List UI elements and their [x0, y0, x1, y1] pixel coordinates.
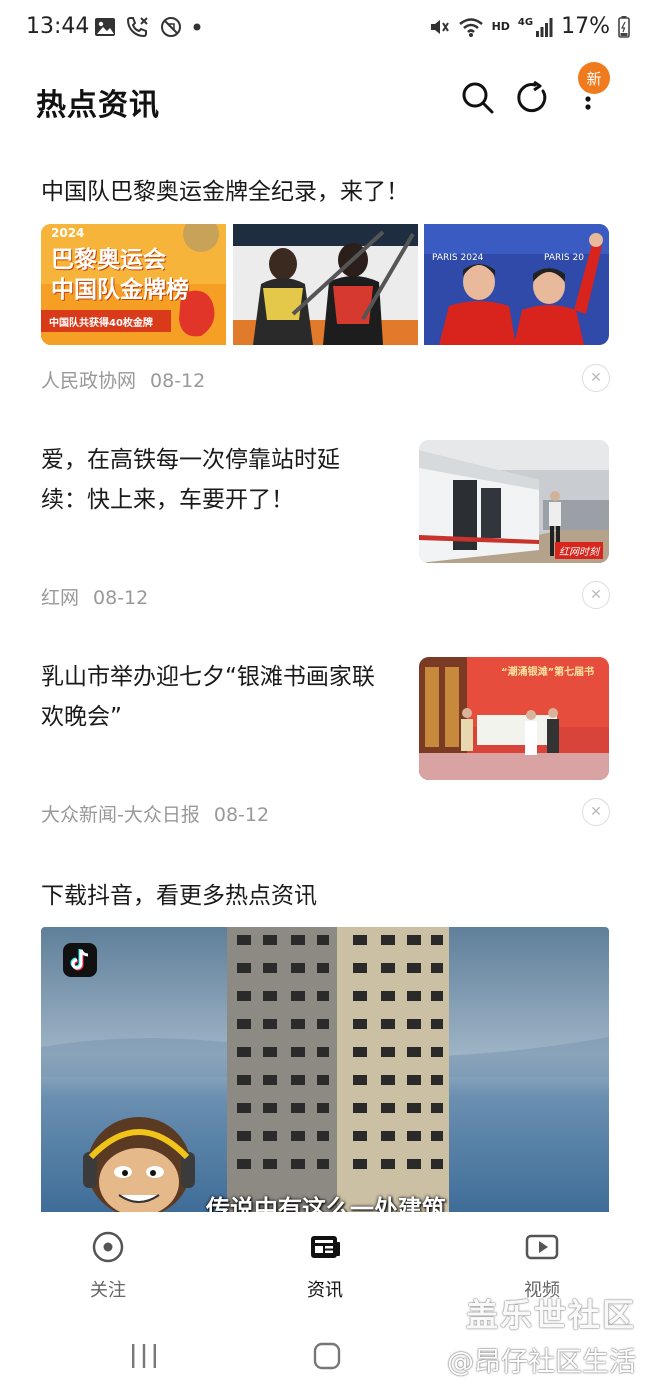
tiktok-logo-icon: [63, 943, 97, 977]
article-image-3: PARIS 2024 PARIS 20: [424, 224, 609, 345]
article-thumbnail: 红网时刻: [419, 440, 609, 563]
refresh-button[interactable]: [513, 78, 553, 118]
dot-icon: [193, 23, 201, 31]
news-card[interactable]: 爱，在高铁每一次停靠站时延 续：快上来，车要开了！ 红网时刻 红网 08-12 ✕: [0, 440, 650, 630]
battery-icon: [618, 15, 630, 38]
poster-line1: 巴黎奥运会: [51, 247, 166, 273]
news-card-multi-image[interactable]: 中国队巴黎奥运金牌全纪录，来了！ 2024 巴黎奥运会 中国队金牌榜 中国队共获…: [0, 170, 650, 410]
news-card[interactable]: 乳山市举办迎七夕“银滩书画家联 欢晚会” “潮涌银滩”第七届书 大众新闻-大众日…: [0, 657, 650, 847]
svg-text:PARIS 20: PARIS 20: [544, 253, 584, 263]
poster-line3: 中国队共获得40枚金牌: [49, 318, 153, 329]
search-button[interactable]: [458, 78, 498, 118]
mute-icon: [430, 19, 449, 34]
promo-video[interactable]: 传说中有这么一处建筑: [41, 927, 609, 1212]
close-icon: ✕: [590, 804, 602, 820]
article-source: 大众新闻-大众日报: [41, 804, 200, 826]
page-title: 热点资讯: [36, 88, 160, 123]
wifi-icon: [458, 17, 483, 37]
status-time: 13:44: [26, 14, 90, 39]
app-header: 热点资讯: [0, 60, 650, 140]
signal-indicator: 4G: [518, 17, 553, 37]
dismiss-button[interactable]: ✕: [582, 798, 610, 826]
article-title: 中国队巴黎奥运金牌全纪录，来了！: [41, 179, 409, 205]
svg-text:PARIS 2024: PARIS 2024: [432, 253, 484, 263]
target-icon: [92, 1231, 124, 1263]
recent-apps-button[interactable]: [130, 1343, 158, 1373]
hd-indicator: HD: [491, 20, 510, 33]
new-badge: 新: [578, 62, 610, 94]
dismiss-button[interactable]: ✕: [582, 364, 610, 392]
tab-news[interactable]: 资讯: [270, 1230, 380, 1302]
poster-line2: 中国队金牌榜: [51, 277, 189, 303]
watermark-handle: @昂仔社区生活: [447, 1347, 636, 1378]
home-icon: [313, 1342, 341, 1370]
article-source: 红网: [41, 587, 80, 609]
news-icon: [311, 1236, 340, 1258]
douyin-promo-card[interactable]: 下载抖音，看更多热点资讯 传说中有这么一处建筑: [0, 874, 650, 1212]
missed-call-icon: [126, 17, 148, 38]
close-icon: ✕: [590, 587, 602, 603]
video-subtitle: 传说中有这么一处建筑: [206, 1195, 446, 1212]
article-image-1: 2024 巴黎奥运会 中国队金牌榜 中国队共获得40枚金牌: [41, 224, 226, 345]
signal-icon: [536, 17, 553, 37]
shooters-photo: [233, 224, 418, 345]
article-meta: 红网 08-12: [41, 583, 148, 610]
play-icon: [525, 1234, 559, 1260]
thumb-source-label: 红网时刻: [555, 542, 603, 559]
status-bar: 13:44 HD 4G 17%: [0, 0, 650, 60]
thumb-banner-text: “潮涌银滩”第七届书: [501, 667, 595, 678]
poster-year: 2024: [51, 226, 85, 240]
search-icon: [462, 82, 494, 114]
promo-video-frame: [41, 927, 609, 1212]
article-date: 08-12: [150, 370, 206, 392]
article-title: 爱，在高铁每一次停靠站时延 续：快上来，车要开了！: [41, 447, 340, 513]
tab-follow[interactable]: 关注: [53, 1230, 163, 1302]
article-meta: 大众新闻-大众日报 08-12: [41, 800, 269, 827]
gallery-icon: [95, 18, 115, 36]
blocked-icon: [161, 17, 181, 37]
status-notification-icons: [94, 16, 202, 38]
article-date: 08-12: [213, 804, 270, 826]
status-right-group: HD 4G 17%: [428, 14, 630, 39]
refresh-icon: [517, 81, 547, 113]
home-button[interactable]: [313, 1342, 341, 1374]
article-title: 乳山市举办迎七夕“银滩书画家联 欢晚会”: [41, 664, 375, 730]
article-source: 人民政协网: [41, 370, 137, 392]
recent-apps-icon: [132, 1344, 156, 1368]
article-image-2: [233, 224, 418, 345]
article-thumbnail: “潮涌银滩”第七届书: [419, 657, 609, 780]
divers-photo: PARIS 2024 PARIS 20: [424, 224, 609, 345]
dismiss-button[interactable]: ✕: [582, 581, 610, 609]
battery-level: 17%: [561, 14, 610, 39]
article-date: 08-12: [93, 587, 149, 609]
promo-title: 下载抖音，看更多热点资讯: [41, 883, 317, 909]
close-icon: ✕: [590, 370, 602, 386]
article-meta: 人民政协网 08-12: [41, 366, 205, 393]
watermark-brand: 盖乐世社区: [465, 1296, 636, 1334]
